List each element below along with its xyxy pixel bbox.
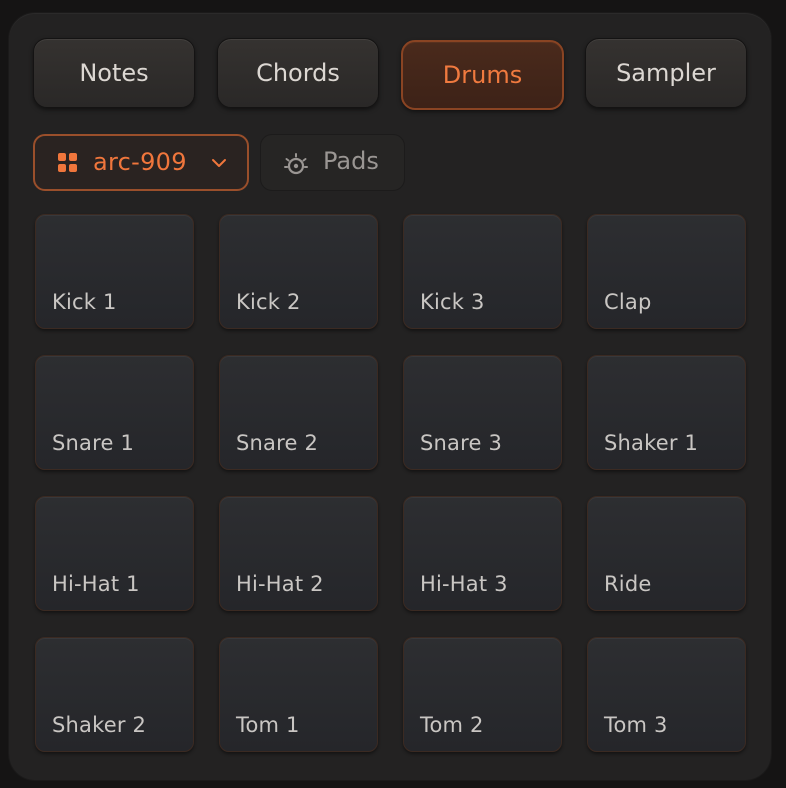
pad-label: Snare 3 [420, 431, 503, 455]
pad-label: Hi-Hat 3 [420, 572, 508, 596]
drum-pad[interactable]: Kick 3 [403, 214, 562, 329]
kit-select[interactable]: arc-909 [33, 134, 249, 191]
drum-pad[interactable]: Shaker 1 [587, 355, 746, 470]
pad-label: Shaker 1 [604, 431, 699, 455]
pad-label: Snare 1 [52, 431, 135, 455]
drum-pad[interactable]: Hi-Hat 2 [219, 496, 378, 611]
tab-notes[interactable]: Notes [33, 38, 195, 108]
pads-label: Pads [323, 147, 379, 175]
drum-pad[interactable]: Hi-Hat 1 [35, 496, 194, 611]
kit-label: arc-909 [93, 148, 187, 176]
pad-label: Tom 3 [604, 713, 668, 737]
drum-pad[interactable]: Tom 1 [219, 637, 378, 752]
tab-chords[interactable]: Chords [217, 38, 379, 108]
drum-pad[interactable]: Kick 1 [35, 214, 194, 329]
drum-pad[interactable]: Shaker 2 [35, 637, 194, 752]
pad-label: Hi-Hat 2 [236, 572, 324, 596]
drum-pad[interactable]: Tom 3 [587, 637, 746, 752]
pad-label: Kick 2 [236, 290, 301, 314]
chevron-down-icon [212, 159, 226, 167]
drum-pad[interactable]: Snare 3 [403, 355, 562, 470]
pad-label: Snare 2 [236, 431, 319, 455]
drum-pad[interactable]: Clap [587, 214, 746, 329]
pad-label: Shaker 2 [52, 713, 147, 737]
pad-label: Hi-Hat 1 [52, 572, 140, 596]
drum-pad[interactable]: Snare 1 [35, 355, 194, 470]
pad-label: Kick 3 [420, 290, 485, 314]
drum-pad[interactable]: Hi-Hat 3 [403, 496, 562, 611]
tab-drums[interactable]: Drums [401, 40, 564, 110]
drum-pad[interactable]: Snare 2 [219, 355, 378, 470]
pad-label: Ride [604, 572, 652, 596]
pad-label: Clap [604, 290, 652, 314]
grid-icon [58, 153, 78, 173]
drum-pad[interactable]: Kick 2 [219, 214, 378, 329]
tab-sampler[interactable]: Sampler [585, 38, 747, 108]
pads-icon [284, 153, 308, 175]
drum-pad[interactable]: Ride [587, 496, 746, 611]
drum-pad[interactable]: Tom 2 [403, 637, 562, 752]
pad-label: Tom 2 [420, 713, 484, 737]
pad-label: Kick 1 [52, 290, 117, 314]
pads-button[interactable]: Pads [260, 134, 405, 191]
pad-label: Tom 1 [236, 713, 300, 737]
